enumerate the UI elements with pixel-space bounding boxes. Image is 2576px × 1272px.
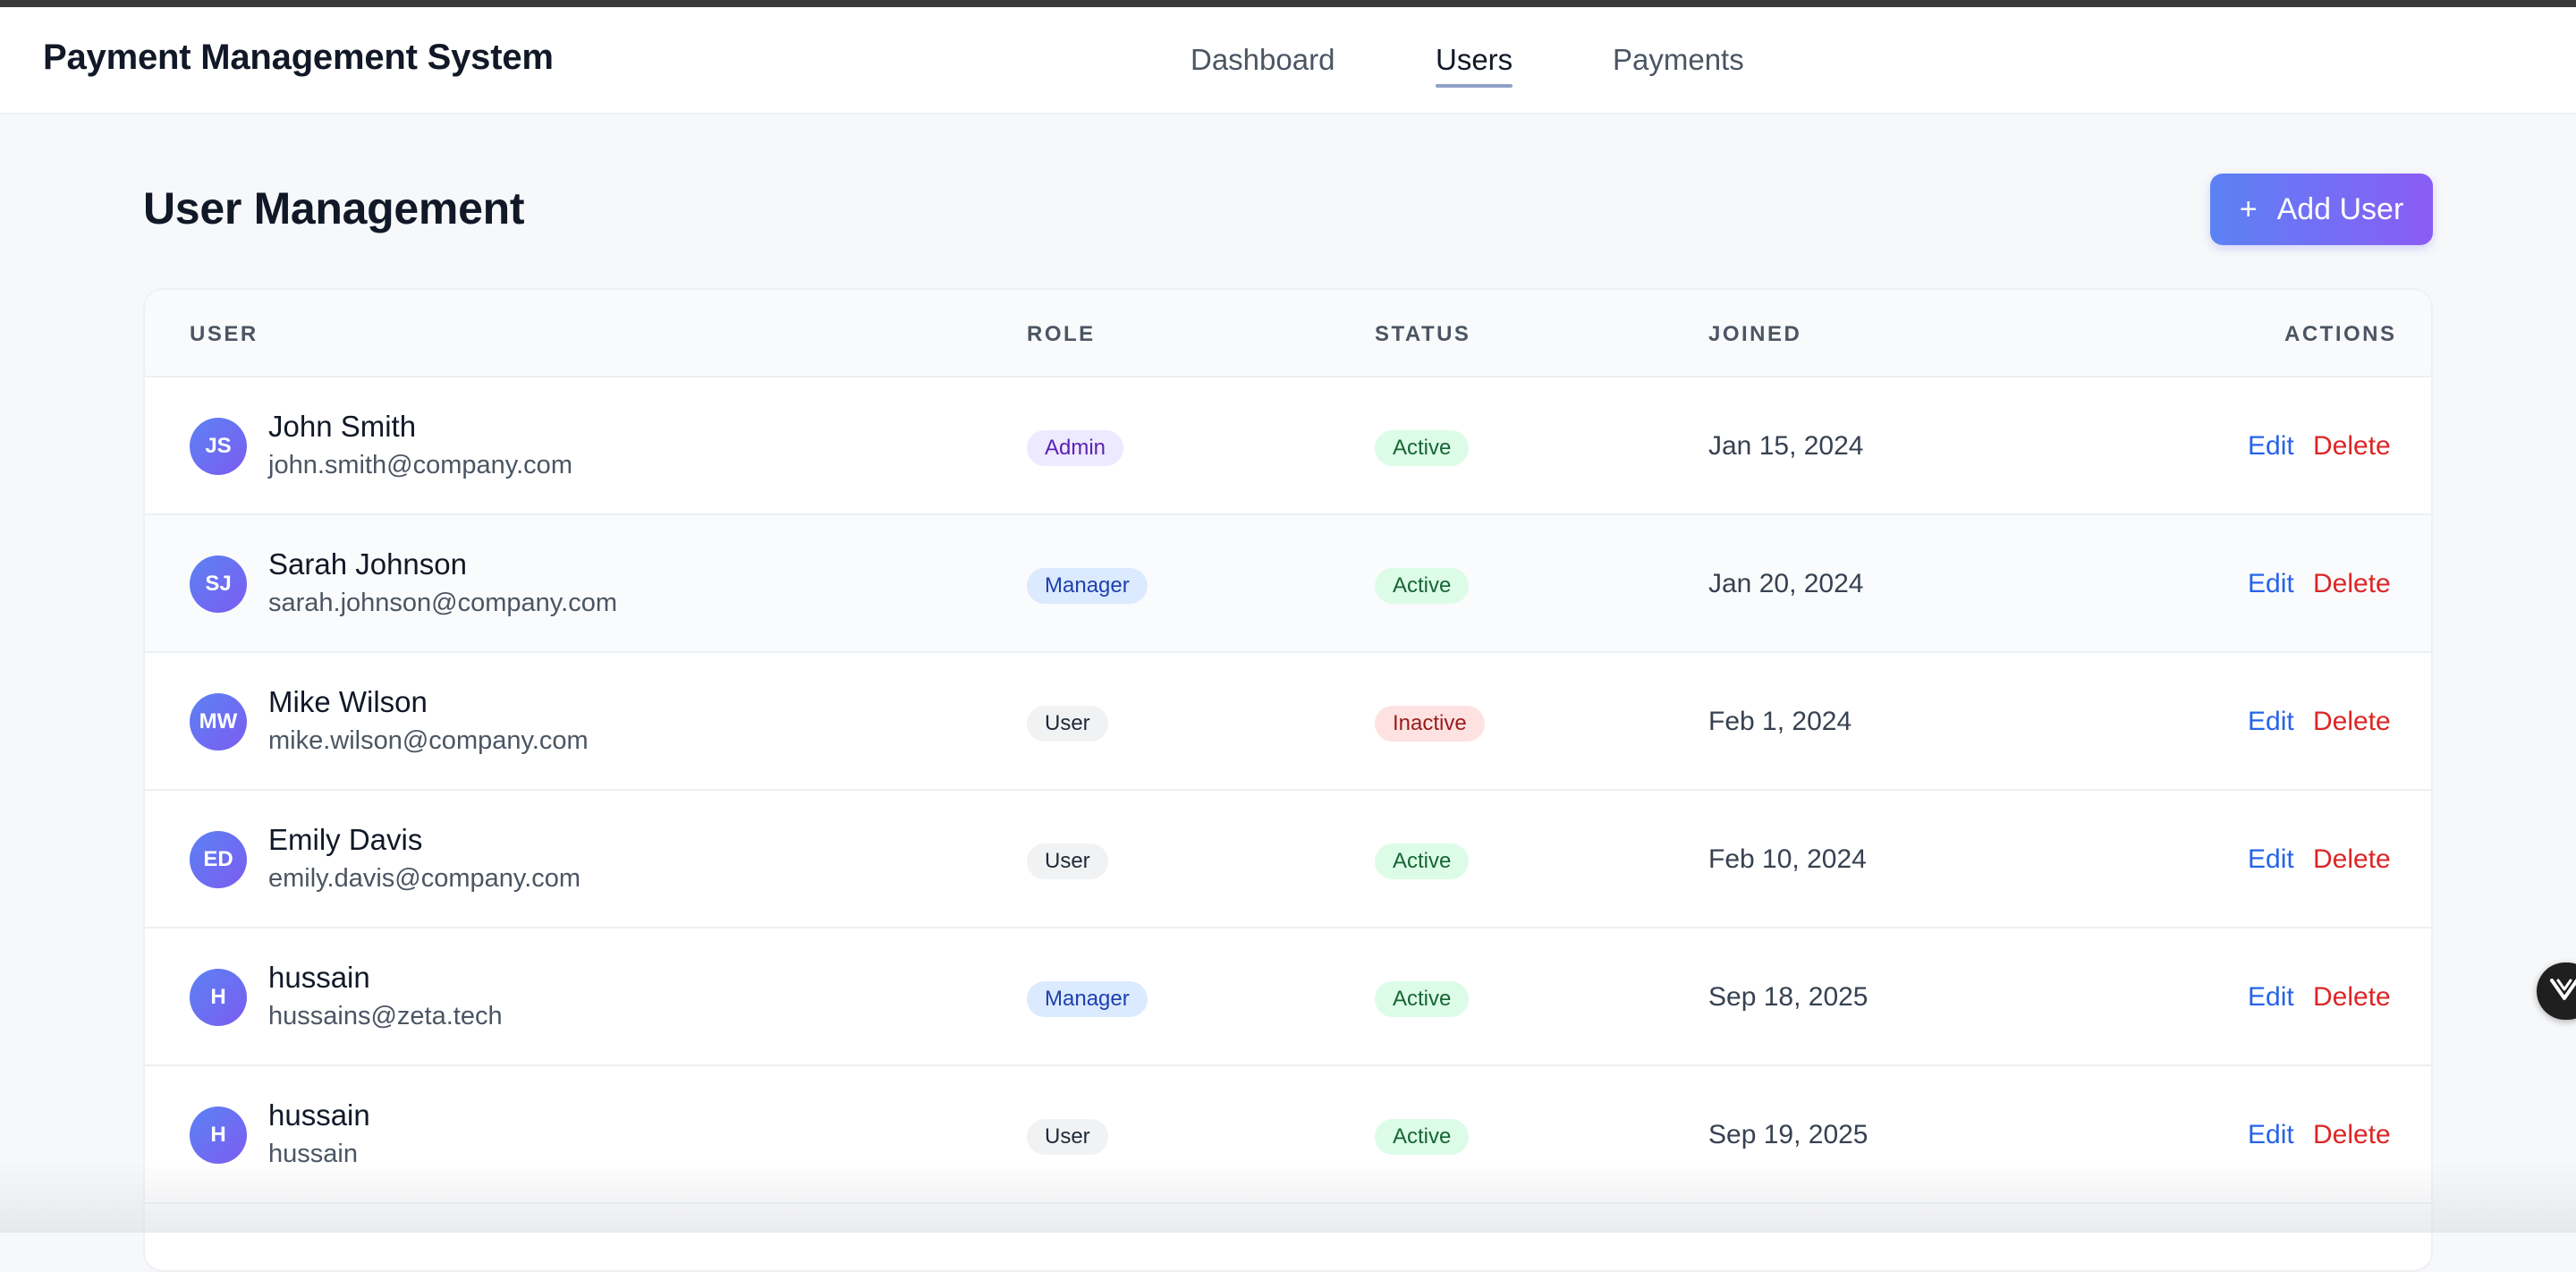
table-row: H hussain hussains@zeta.tech Manager Act… [145, 929, 2431, 1066]
users-table: USER ROLE STATUS JOINED ACTIONS JS John … [143, 288, 2433, 1272]
role-badge: Manager [1027, 568, 1148, 604]
delete-button[interactable]: Delete [2313, 982, 2391, 1013]
user-email: sarah.johnson@company.com [268, 589, 617, 617]
avatar: MW [190, 693, 247, 750]
page-title: User Management [143, 183, 525, 233]
delete-button[interactable]: Delete [2313, 707, 2391, 737]
user-name: Mike Wilson [268, 685, 428, 718]
status-badge: Active [1375, 430, 1470, 466]
add-user-button[interactable]: + Add User [2210, 174, 2433, 245]
avatar: JS [190, 418, 247, 475]
table-row: JS John Smith john.smith@company.com Adm… [145, 377, 2431, 515]
user-email: emily.davis@company.com [268, 864, 581, 893]
user-name: hussain [268, 961, 370, 994]
avatar: H [190, 969, 247, 1026]
avatar: H [190, 1107, 247, 1164]
chevron-v-icon [2549, 976, 2576, 1007]
avatar: SJ [190, 555, 247, 613]
role-badge: User [1027, 1119, 1108, 1155]
top-navbar: Payment Management System Dashboard User… [0, 7, 2576, 114]
column-header-joined: JOINED [1708, 322, 1802, 346]
table-row: ED Emily Davis emily.davis@company.com U… [145, 791, 2431, 929]
role-badge: Manager [1027, 981, 1148, 1017]
avatar: ED [190, 831, 247, 888]
role-badge: Admin [1027, 430, 1124, 466]
status-badge: Active [1375, 981, 1470, 1017]
status-badge: Inactive [1375, 706, 1485, 742]
edit-button[interactable]: Edit [2248, 982, 2294, 1013]
delete-button[interactable]: Delete [2313, 844, 2391, 875]
app-title: Payment Management System [43, 38, 554, 77]
nav-dashboard[interactable]: Dashboard [1191, 43, 1335, 77]
table-row: SJ Sarah Johnson sarah.johnson@company.c… [145, 515, 2431, 653]
table-row: MW Mike Wilson mike.wilson@company.com U… [145, 653, 2431, 791]
edit-button[interactable]: Edit [2248, 569, 2294, 599]
user-name: Emily Davis [268, 823, 423, 856]
table-row: H hussain hussain User Active Sep 19, 20… [145, 1066, 2431, 1204]
edit-button[interactable]: Edit [2248, 1120, 2294, 1150]
user-name: Sarah Johnson [268, 547, 467, 581]
plus-icon: + [2239, 192, 2258, 226]
edit-button[interactable]: Edit [2248, 431, 2294, 462]
role-badge: User [1027, 706, 1108, 742]
floating-widget-button[interactable] [2537, 962, 2576, 1020]
joined-date: Jan 20, 2024 [1708, 569, 1864, 598]
user-name: hussain [268, 1098, 370, 1132]
user-email: hussains@zeta.tech [268, 1002, 503, 1030]
nav-users[interactable]: Users [1436, 43, 1513, 88]
user-email: mike.wilson@company.com [268, 726, 589, 755]
user-email: john.smith@company.com [268, 451, 572, 479]
role-badge: User [1027, 844, 1108, 879]
delete-button[interactable]: Delete [2313, 569, 2391, 599]
column-header-actions: ACTIONS [2284, 322, 2397, 346]
table-header: USER ROLE STATUS JOINED ACTIONS [145, 290, 2431, 377]
user-email: hussain [268, 1140, 358, 1168]
joined-date: Feb 10, 2024 [1708, 844, 1867, 874]
joined-date: Feb 1, 2024 [1708, 707, 1852, 736]
status-badge: Active [1375, 1119, 1470, 1155]
status-badge: Active [1375, 568, 1470, 604]
delete-button[interactable]: Delete [2313, 431, 2391, 462]
column-header-user: USER [190, 322, 258, 346]
joined-date: Sep 18, 2025 [1708, 982, 1868, 1012]
nav-payments[interactable]: Payments [1613, 43, 1744, 77]
edit-button[interactable]: Edit [2248, 707, 2294, 737]
delete-button[interactable]: Delete [2313, 1120, 2391, 1150]
add-user-button-label: Add User [2276, 191, 2404, 226]
window-top-strip [0, 0, 2576, 7]
status-badge: Active [1375, 844, 1470, 879]
column-header-role: ROLE [1027, 322, 1096, 346]
joined-date: Jan 15, 2024 [1708, 431, 1864, 461]
user-name: John Smith [268, 410, 417, 443]
edit-button[interactable]: Edit [2248, 844, 2294, 875]
column-header-status: STATUS [1375, 322, 1471, 346]
joined-date: Sep 19, 2025 [1708, 1120, 1868, 1149]
